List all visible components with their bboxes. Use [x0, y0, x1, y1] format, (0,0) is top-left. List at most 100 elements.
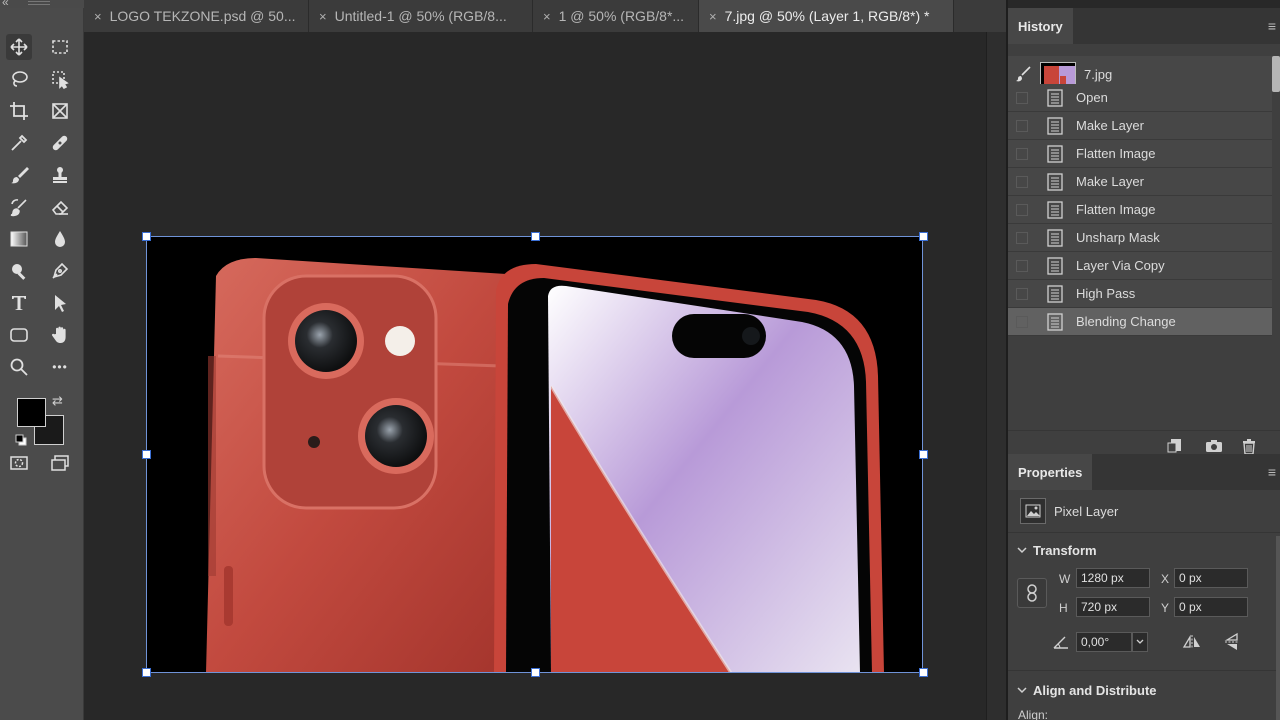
transform-handle-top-left[interactable]	[142, 232, 151, 241]
history-state-checkbox[interactable]	[1016, 231, 1028, 244]
toolbar-grip[interactable]	[28, 1, 50, 5]
history-state-checkbox[interactable]	[1016, 259, 1028, 272]
tab-7-jpg[interactable]: × 7.jpg @ 50% (Layer 1, RGB/8*) *	[699, 0, 954, 32]
chevron-down-icon[interactable]	[1017, 545, 1027, 555]
move-tool-icon[interactable]	[6, 34, 32, 60]
history-state-checkbox[interactable]	[1016, 147, 1028, 160]
pixel-layer-icon	[1020, 498, 1046, 524]
delete-state-trash-icon[interactable]	[1240, 437, 1258, 455]
history-state-checkbox[interactable]	[1016, 175, 1028, 188]
new-document-from-state-icon[interactable]	[1166, 437, 1184, 455]
history-brush-source-icon[interactable]	[1014, 65, 1032, 83]
history-state-checkbox[interactable]	[1016, 119, 1028, 132]
tab-untitled-1[interactable]: × Untitled-1 @ 50% (RGB/8...	[309, 0, 533, 32]
angle-field[interactable]: 0,00°	[1076, 632, 1132, 652]
flip-vertical-icon[interactable]	[1224, 632, 1240, 652]
history-state-make-layer[interactable]: Make Layer	[1008, 168, 1272, 196]
swap-colors-icon[interactable]: ⇄	[52, 393, 63, 409]
blur-tool-icon[interactable]	[47, 226, 73, 252]
angle-dropdown-button[interactable]	[1132, 632, 1148, 652]
history-state-flatten-image[interactable]: Flatten Image	[1008, 140, 1272, 168]
rectangle-tool-icon[interactable]	[6, 322, 32, 348]
transform-handle-bottom-center[interactable]	[531, 668, 540, 677]
screen-mode-icon[interactable]	[47, 450, 73, 476]
history-state-high-pass[interactable]: High Pass	[1008, 280, 1272, 308]
tab-1[interactable]: × 1 @ 50% (RGB/8*...	[533, 0, 699, 32]
pen-tool-icon[interactable]	[47, 258, 73, 284]
tab-history[interactable]: History	[1008, 8, 1073, 44]
history-state-make-layer[interactable]: Make Layer	[1008, 112, 1272, 140]
lasso-tool-icon[interactable]	[6, 66, 32, 92]
new-snapshot-camera-icon[interactable]	[1205, 437, 1223, 455]
transform-bounding-box[interactable]	[146, 236, 923, 673]
transform-handle-top-right[interactable]	[919, 232, 928, 241]
width-field[interactable]: 1280 px	[1076, 568, 1150, 588]
close-tab-icon[interactable]: ×	[319, 9, 327, 24]
tab-logo-tekzone[interactable]: × LOGO TEKZONE.psd @ 50...	[84, 0, 309, 32]
transform-handle-bottom-left[interactable]	[142, 668, 151, 677]
tab-properties[interactable]: Properties	[1008, 454, 1093, 490]
history-state-label: Layer Via Copy	[1076, 258, 1165, 273]
more-tools-icon[interactable]: •••	[47, 354, 73, 380]
layer-type-label: Pixel Layer	[1054, 504, 1119, 519]
close-tab-icon[interactable]: ×	[94, 9, 102, 24]
quick-mask-icon[interactable]	[6, 450, 32, 476]
x-field[interactable]: 0 px	[1174, 568, 1248, 588]
history-state-icon	[1047, 172, 1063, 191]
height-label: H	[1059, 601, 1068, 615]
history-state-blending-change[interactable]: Blending Change	[1008, 308, 1272, 336]
history-state-layer-via-copy[interactable]: Layer Via Copy	[1008, 252, 1272, 280]
eraser-tool-icon[interactable]	[47, 194, 73, 220]
clone-stamp-tool-icon[interactable]	[47, 162, 73, 188]
crop-tool-icon[interactable]	[6, 98, 32, 124]
dodge-tool-icon[interactable]	[6, 258, 32, 284]
history-state-open[interactable]: Open	[1008, 84, 1272, 112]
transform-section-title[interactable]: Transform	[1033, 543, 1097, 558]
marquee-tool-icon[interactable]	[47, 34, 73, 60]
tools-panel: ••• ⇄	[0, 8, 84, 720]
healing-brush-tool-icon[interactable]	[47, 130, 73, 156]
history-state-label: Open	[1076, 90, 1108, 105]
frame-tool-icon[interactable]	[47, 98, 73, 124]
width-label: W	[1059, 572, 1071, 586]
history-state-checkbox[interactable]	[1016, 203, 1028, 216]
history-state-checkbox[interactable]	[1016, 315, 1028, 328]
eyedropper-tool-icon[interactable]	[6, 130, 32, 156]
close-tab-icon[interactable]: ×	[543, 9, 551, 24]
foreground-color-swatch[interactable]	[17, 398, 46, 427]
transform-handle-bottom-right[interactable]	[919, 668, 928, 677]
path-selection-tool-icon[interactable]	[47, 290, 73, 316]
panel-menu-icon[interactable]: ≡	[1268, 18, 1276, 34]
history-state-checkbox[interactable]	[1016, 91, 1028, 104]
chevron-down-icon[interactable]	[1017, 685, 1027, 695]
transform-handle-middle-left[interactable]	[142, 450, 151, 459]
default-colors-icon[interactable]	[15, 434, 27, 446]
height-field[interactable]: 720 px	[1076, 597, 1150, 617]
history-brush-tool-icon[interactable]	[6, 194, 32, 220]
properties-panel: Properties ≡ Pixel Layer Transform W 128…	[1008, 454, 1280, 720]
transform-handle-middle-right[interactable]	[919, 450, 928, 459]
history-state-unsharp-mask[interactable]: Unsharp Mask	[1008, 224, 1272, 252]
canvas-vertical-scrollbar[interactable]	[986, 32, 1006, 720]
gradient-tool-icon[interactable]	[6, 226, 32, 252]
flip-horizontal-icon[interactable]	[1182, 634, 1202, 650]
history-state-checkbox[interactable]	[1016, 287, 1028, 300]
brush-tool-icon[interactable]	[6, 162, 32, 188]
history-scrollbar-thumb[interactable]	[1272, 56, 1280, 92]
close-tab-icon[interactable]: ×	[709, 9, 717, 24]
link-dimensions-button[interactable]	[1017, 578, 1047, 608]
history-panel: History ≡ 7.jpg Open Make Layer Flatten …	[1008, 8, 1280, 460]
align-distribute-section-title[interactable]: Align and Distribute	[1033, 683, 1157, 698]
object-selection-tool-icon[interactable]	[47, 66, 73, 92]
properties-scrollbar[interactable]	[1276, 536, 1280, 720]
y-field[interactable]: 0 px	[1174, 597, 1248, 617]
zoom-tool-icon[interactable]	[6, 354, 32, 380]
history-state-flatten-image[interactable]: Flatten Image	[1008, 196, 1272, 224]
hand-tool-icon[interactable]	[47, 322, 73, 348]
type-tool-icon[interactable]	[6, 290, 32, 316]
panel-menu-icon[interactable]: ≡	[1268, 464, 1276, 480]
transform-handle-top-center[interactable]	[531, 232, 540, 241]
tab-label: 1 @ 50% (RGB/8*...	[558, 8, 685, 24]
snapshot-thumbnail	[1040, 62, 1076, 86]
panel-collapse-strip[interactable]: «	[0, 0, 84, 9]
